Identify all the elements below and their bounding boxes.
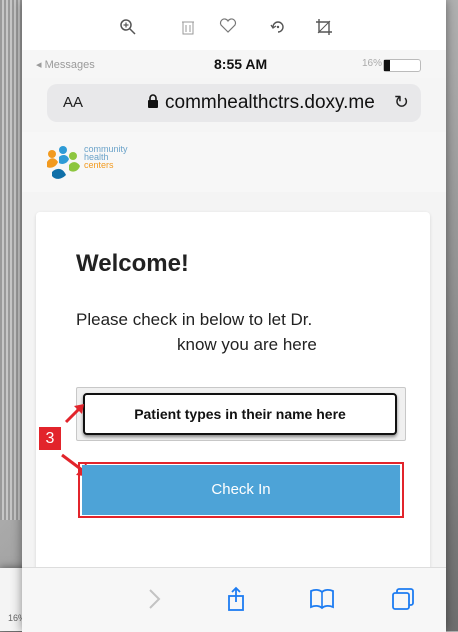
chevron-right-icon[interactable] <box>140 586 168 612</box>
checkin-card: Welcome! Please check in below to let Dr… <box>36 212 430 572</box>
web-content: community health centers Welcome! Please… <box>22 132 446 572</box>
status-bar: ◂ Messages 8:55 AM 16% <box>22 50 446 78</box>
patient-name-field[interactable]: Patient types in their name here <box>76 387 406 441</box>
url-text[interactable]: commhealthctrs.doxy.me <box>165 92 375 114</box>
photo-viewer: ◂ Messages 8:55 AM 16% AA commhealthctrs… <box>22 0 446 632</box>
reload-icon[interactable]: ↻ <box>394 92 409 113</box>
brand-line-3: centers <box>84 160 114 170</box>
zoom-in-icon[interactable] <box>118 18 138 38</box>
check-in-button[interactable]: Check In <box>82 465 400 515</box>
back-to-app-label[interactable]: ◂ Messages <box>36 58 95 71</box>
safari-bottom-toolbar <box>22 567 446 632</box>
status-time: 8:55 AM <box>214 56 268 72</box>
brand-text: community health centers <box>84 145 128 170</box>
welcome-heading: Welcome! <box>76 250 189 277</box>
rotate-icon[interactable] <box>268 18 288 38</box>
share-icon[interactable] <box>222 586 250 612</box>
lock-icon <box>147 93 159 109</box>
address-bar[interactable]: AA commhealthctrs.doxy.me ↻ <box>47 84 421 122</box>
photo-toolbar <box>22 0 446 50</box>
crop-icon[interactable] <box>314 18 334 38</box>
heart-icon[interactable] <box>218 18 238 38</box>
battery-icon <box>383 59 421 72</box>
community-health-centers-logo <box>47 146 80 179</box>
battery-percent: 16% <box>361 58 382 69</box>
background-strip <box>0 0 22 520</box>
trash-icon[interactable] <box>178 18 198 38</box>
tabs-icon[interactable] <box>390 586 418 612</box>
book-icon[interactable] <box>308 586 336 612</box>
annotation-arrow-icon <box>64 404 84 424</box>
site-header: community health centers <box>22 132 446 192</box>
checkin-description-line1: Please check in below to let Dr. <box>76 310 313 329</box>
name-instruction-callout: Patient types in their name here <box>83 393 397 435</box>
text-size-button[interactable]: AA <box>63 94 83 111</box>
step-number-badge: 3 <box>39 427 61 450</box>
checkin-description-line2: know you are here <box>177 335 317 354</box>
